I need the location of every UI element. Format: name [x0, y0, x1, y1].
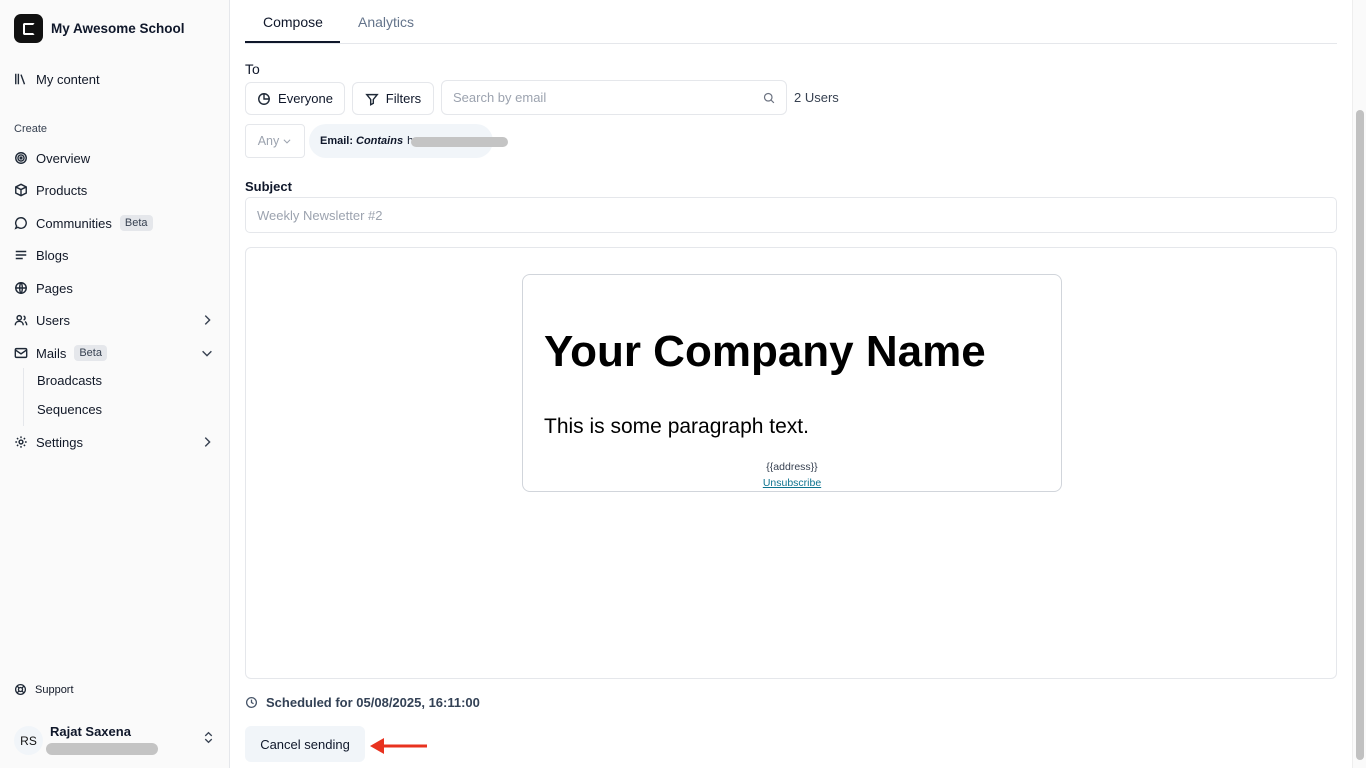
sidebar-item-mails[interactable]: Mails Beta	[14, 340, 216, 366]
filter-icon	[365, 93, 379, 106]
email-preview[interactable]: Your Company Name This is some paragraph…	[522, 274, 1062, 492]
logo-icon	[14, 14, 43, 43]
box-icon	[14, 183, 28, 197]
section-label-create: Create	[14, 123, 48, 135]
search-email[interactable]	[441, 80, 787, 115]
avatar: RS	[14, 726, 43, 755]
to-label: To	[245, 61, 260, 77]
search-input[interactable]	[453, 90, 753, 105]
beta-badge: Beta	[74, 345, 107, 361]
user-count: 2 Users	[794, 90, 839, 105]
red-arrow-annotation	[370, 738, 427, 754]
mail-icon	[14, 346, 28, 360]
scrollbar[interactable]	[1352, 0, 1366, 768]
lifebuoy-icon	[14, 683, 27, 696]
filter-chip[interactable]: Email: Contains h	[309, 124, 508, 158]
sidebar-item-pages[interactable]: Pages	[14, 275, 216, 301]
main-content: Compose Analytics To Everyone Filters 2 …	[231, 0, 1352, 768]
scheduled-status: Scheduled for 05/08/2025, 16:11:00	[245, 695, 480, 710]
gear-icon	[14, 435, 28, 449]
globe-icon	[14, 281, 28, 295]
user-email-redacted	[46, 743, 158, 755]
support-label: Support	[35, 683, 74, 696]
sidebar-item-products[interactable]: Products	[14, 177, 216, 203]
brand[interactable]: My Awesome School	[14, 14, 185, 43]
sidebar-item-label: Settings	[36, 434, 83, 450]
sidebar: My Awesome School My content Create Over…	[0, 0, 230, 768]
beta-badge: Beta	[119, 215, 153, 231]
sidebar-item-label: Mails	[36, 345, 67, 361]
email-paragraph: This is some paragraph text.	[544, 415, 809, 438]
user-menu[interactable]: RS Rajat Saxena	[14, 722, 219, 758]
chevron-right-icon	[200, 435, 214, 449]
sidebar-item-label: Overview	[36, 150, 91, 166]
sidebar-item-label: Pages	[36, 280, 73, 296]
support-link[interactable]: Support	[14, 683, 74, 696]
user-name: Rajat Saxena	[50, 724, 131, 739]
sidebar-subitem-broadcasts[interactable]: Broadcasts	[37, 373, 102, 388]
tab-analytics[interactable]: Analytics	[358, 14, 414, 30]
library-icon	[14, 72, 28, 86]
chevron-down-icon	[283, 139, 291, 144]
sidebar-item-communities[interactable]: Communities Beta	[14, 210, 216, 236]
active-tab-indicator	[245, 41, 340, 43]
search-icon	[763, 92, 775, 107]
scrollbar-thumb[interactable]	[1356, 110, 1364, 760]
sidebar-item-blogs[interactable]: Blogs	[14, 242, 216, 268]
sidebar-item-settings[interactable]: Settings	[14, 429, 216, 455]
chip-value-redacted	[411, 137, 508, 147]
tab-bar: Compose Analytics	[245, 0, 1337, 44]
users-icon	[14, 313, 28, 327]
any-label: Any	[257, 134, 280, 148]
brand-name: My Awesome School	[51, 21, 185, 36]
sidebar-item-overview[interactable]: Overview	[14, 145, 216, 171]
chevron-right-icon	[200, 313, 214, 327]
filters-button[interactable]: Filters	[352, 82, 434, 115]
lines-icon	[14, 248, 28, 262]
target-icon	[14, 151, 28, 165]
sidebar-subitem-sequences[interactable]: Sequences	[37, 402, 102, 417]
chevron-updown-icon	[202, 731, 215, 747]
scheduled-text: Scheduled for 05/08/2025, 16:11:00	[266, 695, 480, 710]
sidebar-item-label: Communities	[36, 215, 112, 231]
chip-operator: Contains	[356, 135, 404, 147]
chat-icon	[14, 216, 28, 230]
pie-icon	[258, 92, 270, 105]
filters-label: Filters	[385, 91, 422, 106]
everyone-label: Everyone	[278, 91, 333, 106]
submenu-line	[23, 368, 24, 426]
sidebar-item-label: Users	[36, 312, 70, 328]
unsubscribe-link[interactable]: Unsubscribe	[523, 477, 1061, 489]
tab-compose[interactable]: Compose	[263, 14, 323, 30]
sidebar-item-label: My content	[36, 71, 100, 87]
clock-icon	[245, 696, 258, 709]
email-title: Your Company Name	[544, 327, 986, 376]
everyone-button[interactable]: Everyone	[245, 82, 345, 115]
sidebar-item-my-content[interactable]: My content	[14, 66, 216, 92]
cancel-sending-button[interactable]: Cancel sending	[245, 726, 365, 762]
email-editor[interactable]: Your Company Name This is some paragraph…	[245, 247, 1337, 679]
sidebar-item-users[interactable]: Users	[14, 307, 216, 333]
chevron-down-icon	[200, 346, 214, 360]
subject-label: Subject	[245, 179, 292, 194]
email-address-placeholder: {{address}}	[766, 461, 818, 473]
chip-field: Email:	[320, 135, 354, 147]
any-select[interactable]: Any	[245, 124, 305, 158]
sidebar-item-label: Products	[36, 182, 88, 198]
subject-input[interactable]	[245, 197, 1337, 233]
sidebar-item-label: Blogs	[36, 247, 69, 263]
